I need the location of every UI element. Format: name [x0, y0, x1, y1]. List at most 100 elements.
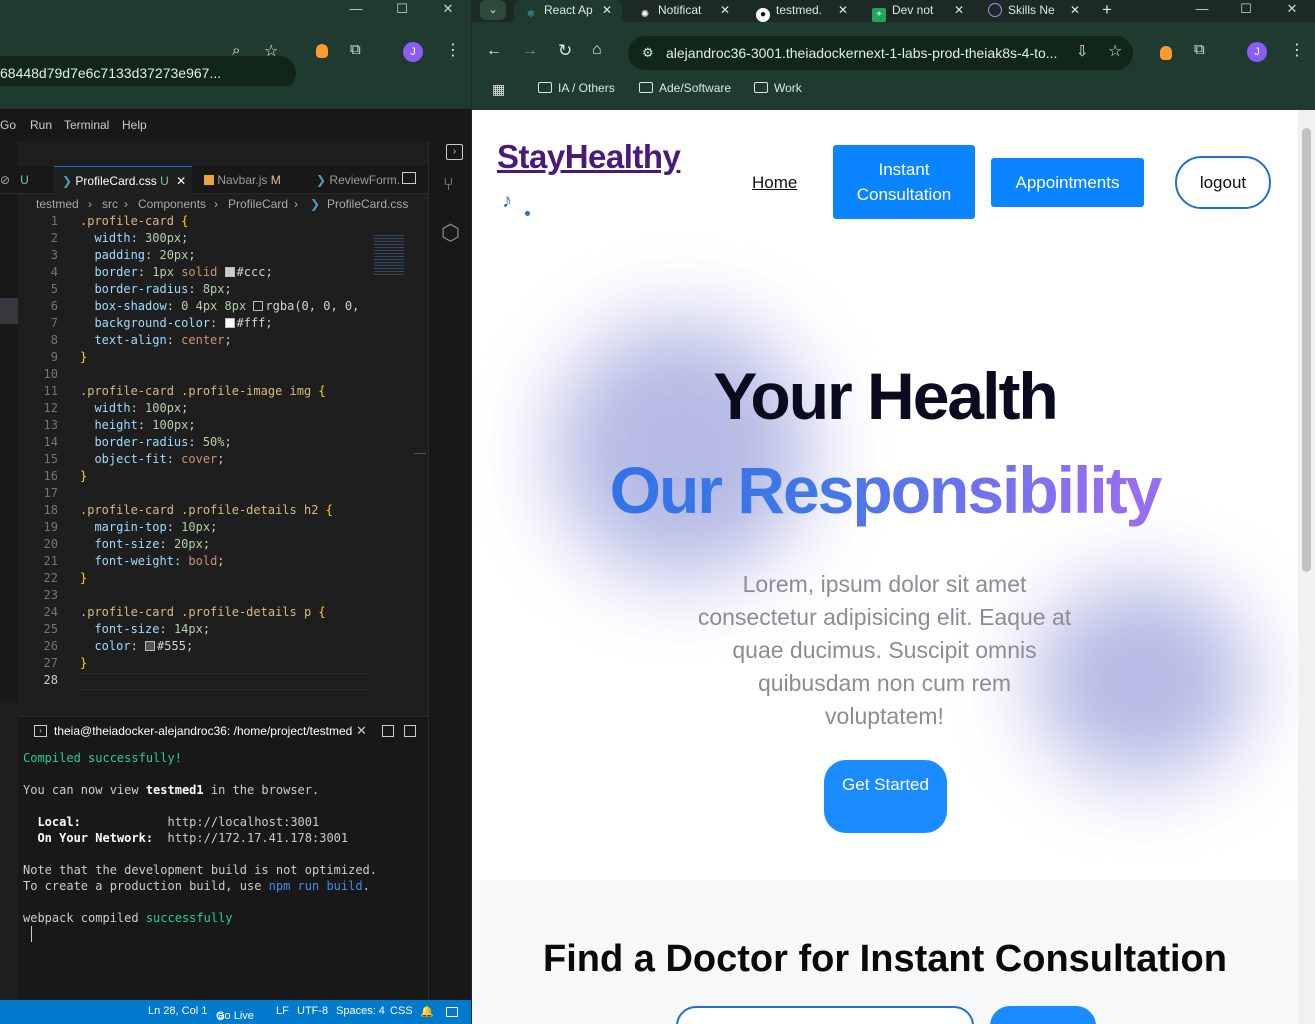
bookmark-star-icon[interactable]: ☆	[264, 41, 278, 61]
line-number: 20	[43, 537, 58, 551]
page-scrollbar[interactable]	[1298, 110, 1315, 1024]
nav-instant-consultation-button[interactable]: Instant Consultation	[833, 145, 975, 219]
close-tab-icon[interactable]: ✕	[176, 174, 186, 188]
hex-extension-icon[interactable]: ⬡	[441, 220, 460, 246]
menu-go[interactable]: Go	[0, 118, 16, 132]
apps-grid-icon[interactable]: ▦	[492, 81, 505, 98]
menu-terminal[interactable]: Terminal	[64, 118, 109, 132]
minimize-icon[interactable]: —	[336, 0, 376, 20]
menu-run[interactable]: Run	[30, 118, 52, 132]
crumb-src[interactable]: src	[102, 195, 118, 213]
terminal-title[interactable]: theia@theiadocker-alejandroc36: /home/pr…	[54, 724, 352, 738]
tab-untracked[interactable]: ⊘ U	[0, 166, 52, 194]
tab-profilecard-css[interactable]: ❯ ProfileCard.css U ✕	[54, 166, 192, 194]
bookmark-folder-ade[interactable]: Ade/Software	[639, 81, 731, 95]
tab-navbar-js[interactable]: Navbar.js M	[196, 166, 302, 194]
crumb-file[interactable]: ProfileCard.css	[327, 195, 408, 213]
maximize-icon[interactable]: ☐	[1226, 0, 1266, 20]
close-tab-icon[interactable]: ✕	[1070, 0, 1080, 20]
language-mode[interactable]: CSS	[390, 1005, 413, 1017]
color-swatch[interactable]	[224, 267, 235, 277]
crumb-testmed[interactable]: testmed	[36, 195, 79, 213]
color-swatch[interactable]	[145, 641, 156, 651]
browser-tab-notification[interactable]: ✺ Notificat ✕	[632, 0, 740, 22]
close-icon[interactable]: ✕	[1272, 0, 1312, 20]
indent-indicator[interactable]: Spaces: 4	[336, 1005, 385, 1017]
line-number: 17	[43, 486, 58, 500]
home-icon[interactable]: ⌂	[592, 41, 602, 59]
extension-icon-1[interactable]	[1160, 46, 1172, 60]
split-editor-icon[interactable]	[402, 172, 416, 184]
terminal-line: You can now view testmed1 in the browser…	[23, 783, 320, 797]
bookmark-folder-ia[interactable]: IA / Others	[538, 81, 615, 95]
color-swatch[interactable]	[224, 318, 235, 328]
crumb-components[interactable]: Components	[138, 195, 206, 213]
site-info-icon[interactable]: ⚙	[642, 36, 654, 70]
zoom-icon[interactable]: ⌕	[232, 42, 240, 59]
git-graph-icon[interactable]: ⑂	[443, 174, 454, 195]
left-address-bar[interactable]: 68448d79d7e6c7133d37273e967...	[0, 56, 296, 90]
encoding-indicator[interactable]: UTF-8	[297, 1005, 328, 1017]
close-terminal-icon[interactable]: ✕	[356, 723, 367, 739]
browser-tab-react[interactable]: ⚛ React Ap ✕	[514, 0, 622, 22]
crumb-profilecard[interactable]: ProfileCard	[228, 195, 288, 213]
close-tab-icon[interactable]: ✕	[954, 0, 964, 20]
line-number: 16	[43, 469, 58, 483]
browser-tab-sheets[interactable]: + Dev not ✕	[870, 0, 978, 22]
browser-tab-github[interactable]: ● testmed. ✕	[752, 0, 860, 22]
reload-icon[interactable]: ↻	[558, 41, 572, 61]
terminal-cursor	[31, 926, 32, 942]
logout-button[interactable]: logout	[1175, 156, 1271, 209]
new-tab-icon[interactable]: +	[1102, 0, 1112, 20]
nav-appointments-button[interactable]: Appointments	[991, 158, 1144, 207]
color-swatch[interactable]	[253, 301, 264, 311]
close-tab-icon[interactable]: ✕	[602, 0, 612, 20]
nav-home-link[interactable]: Home	[752, 173, 797, 193]
profile-avatar[interactable]: J	[1247, 42, 1267, 62]
browser-menu-icon[interactable]: ⋮	[445, 40, 461, 60]
layout-icon[interactable]	[446, 1007, 458, 1017]
line-number: 28	[43, 673, 58, 687]
terminal-line: Note that the development build is not o…	[23, 863, 378, 877]
close-tab-icon[interactable]: ✕	[838, 0, 848, 20]
tab-search-button[interactable]: ⌄	[480, 0, 506, 20]
line-number: 11	[43, 384, 58, 398]
get-started-button[interactable]: Get Started	[824, 760, 947, 833]
cursor-position[interactable]: Ln 28, Col 1	[148, 1005, 207, 1017]
profile-avatar[interactable]: J	[403, 42, 423, 62]
tab-reviewform[interactable]: ❯ ReviewForm.	[308, 166, 400, 194]
back-icon[interactable]: ←	[486, 42, 502, 60]
extensions-puzzle-icon[interactable]: ⧉	[1194, 41, 1205, 58]
ide-status-bar: Ln 28, Col 1 ⊚ Go Live LF UTF-8 Spaces: …	[0, 1000, 471, 1024]
scrollbar-thumb[interactable]	[1302, 128, 1311, 572]
doctor-search-button[interactable]	[990, 1006, 1096, 1024]
split-terminal-icon[interactable]	[382, 725, 394, 737]
notifications-bell-icon[interactable]: 🔔	[420, 1005, 434, 1018]
close-tab-icon[interactable]: ✕	[720, 0, 730, 20]
site-logo[interactable]: StayHealthy	[497, 138, 681, 176]
doctor-search-input[interactable]	[676, 1006, 974, 1024]
js-file-icon	[204, 175, 214, 185]
bookmark-folder-work[interactable]: Work	[754, 81, 802, 95]
extensions-puzzle-icon[interactable]: ⧉	[350, 41, 361, 58]
extension-icon-1[interactable]	[316, 44, 328, 58]
toggle-panel-icon[interactable]: ›	[446, 144, 463, 160]
maximize-panel-icon[interactable]	[404, 725, 416, 737]
address-bar[interactable]: ⚙ alejandroc36-3001.theiadockernext-1-la…	[628, 36, 1133, 70]
minimap[interactable]	[366, 213, 426, 713]
install-app-icon[interactable]: ⇩	[1076, 42, 1089, 60]
terminal-panel[interactable]: › theia@theiadocker-alejandroc36: /home/…	[18, 716, 428, 1000]
line-number-gutter: 1 2 3 4 5 6 7 8 9 10 11 12 13 14 15 16 17 18 19 20 21 22 23 24 2…	[0, 213, 68, 693]
eol-indicator[interactable]: LF	[276, 1005, 289, 1017]
browser-menu-icon[interactable]: ⋮	[1289, 40, 1305, 60]
forward-icon[interactable]: →	[522, 42, 538, 60]
menu-help[interactable]: Help	[122, 118, 147, 132]
line-number: 10	[43, 367, 58, 381]
ide-secondary-sidebar: › ⑂ ⬡	[428, 142, 471, 1000]
maximize-icon[interactable]: ☐	[382, 0, 422, 20]
bookmark-star-icon[interactable]: ☆	[1108, 41, 1122, 61]
browser-tab-skills[interactable]: Skills Ne ✕	[986, 0, 1094, 22]
minimize-icon[interactable]: —	[1182, 0, 1222, 20]
close-icon[interactable]: ✕	[428, 0, 468, 20]
code-editor[interactable]: .profile-card { width: 300px; padding: 2…	[80, 213, 366, 693]
